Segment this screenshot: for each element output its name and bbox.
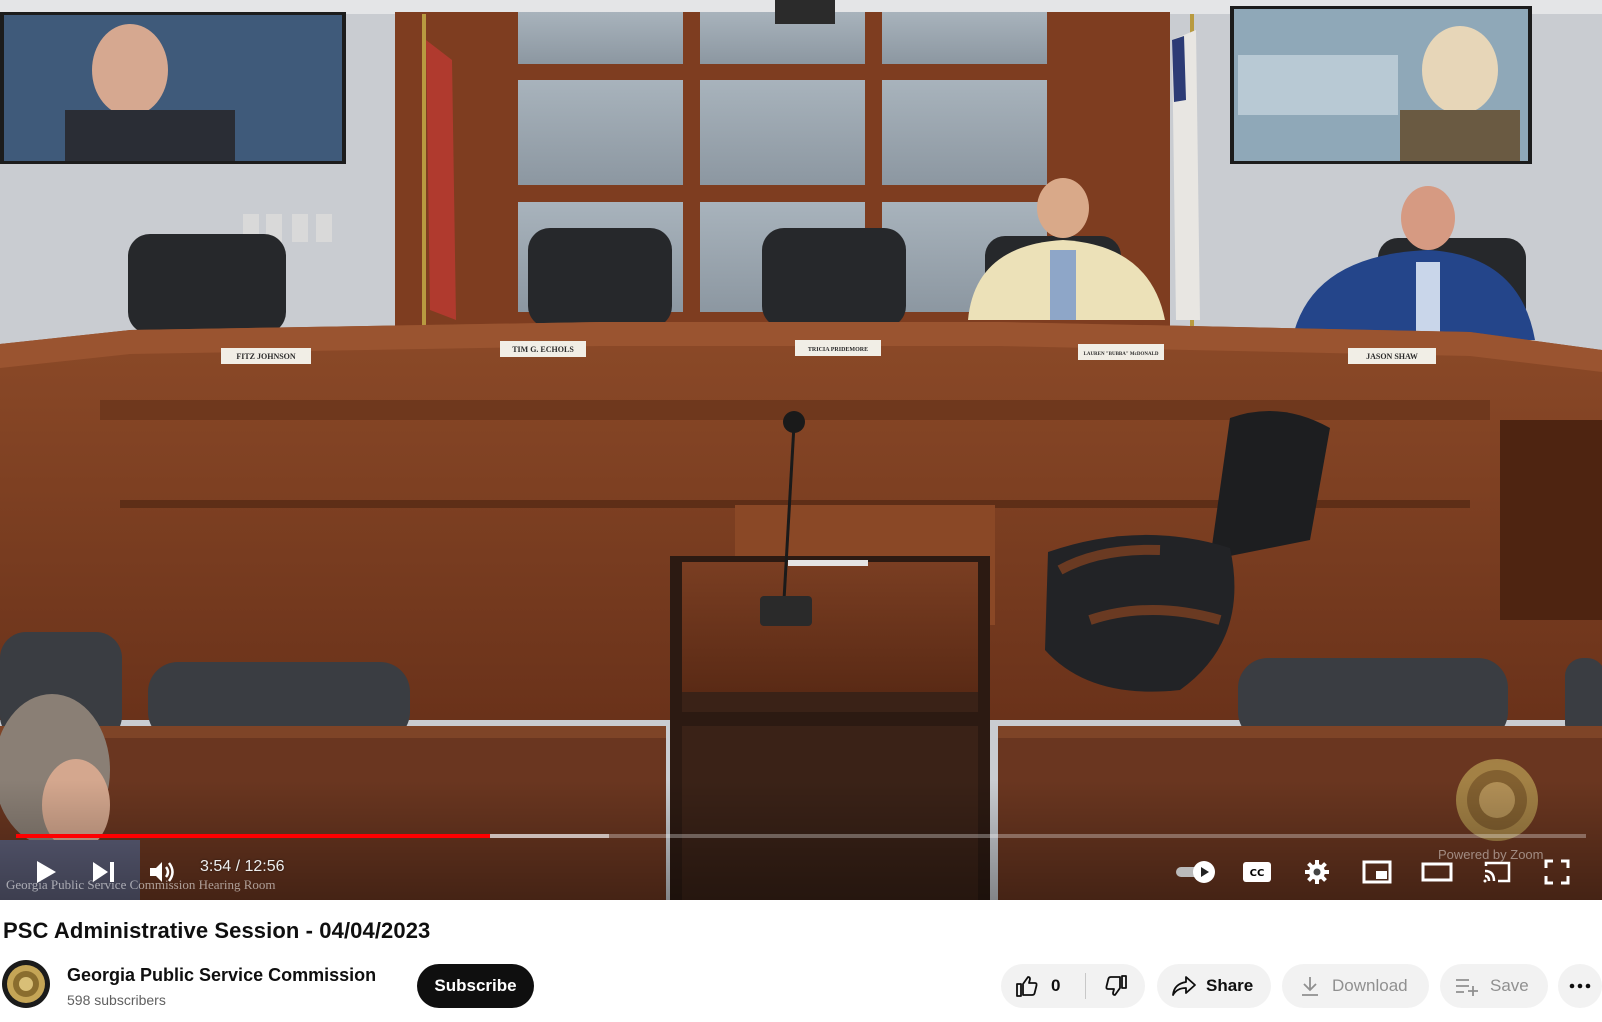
more-horizontal-icon (1569, 983, 1591, 989)
autoplay-toggle[interactable] (1172, 852, 1220, 892)
nameplate-2: TIM G. ECHOLS (512, 345, 574, 354)
volume-icon (150, 862, 174, 882)
time-total: 12:56 (244, 858, 285, 875)
add-to-playlist-icon (1456, 979, 1478, 996)
video-title: PSC Administrative Session - 04/04/2023 (3, 918, 431, 943)
theater-mode-button[interactable] (1417, 852, 1457, 892)
video-player[interactable]: FITZ JOHNSON TIM G. ECHOLS TRICIA PRIDEM… (0, 0, 1602, 900)
nameplate-1: FITZ JOHNSON (236, 352, 296, 361)
gear-icon (1305, 860, 1329, 884)
share-button[interactable]: Share (1157, 964, 1271, 1008)
share-icon (1172, 976, 1196, 996)
progress-bar[interactable] (16, 834, 1586, 838)
tv-screen-left (0, 12, 346, 164)
miniplayer-button[interactable] (1357, 852, 1397, 892)
download-label: Download (1332, 976, 1408, 995)
volume-button[interactable] (142, 852, 182, 892)
thumbs-up-icon (1016, 976, 1038, 997)
play-icon (37, 861, 56, 883)
settings-button[interactable] (1297, 852, 1337, 892)
progress-played (16, 834, 491, 838)
cc-icon: CC (1243, 862, 1271, 882)
next-button[interactable] (84, 852, 124, 892)
theater-mode-icon (1421, 862, 1453, 882)
dislike-button[interactable] (1086, 964, 1145, 1008)
save-button[interactable]: Save (1440, 964, 1548, 1008)
like-count: 0 (1051, 976, 1061, 995)
miniplayer-icon (1362, 860, 1392, 884)
share-label: Share (1206, 976, 1254, 995)
next-icon (93, 862, 114, 882)
channel-avatar[interactable] (2, 960, 50, 1008)
thumbs-down-icon (1105, 975, 1127, 996)
cast-button[interactable] (1477, 852, 1517, 892)
time-separator: / (235, 858, 241, 875)
svg-text:CC: CC (1250, 868, 1265, 879)
more-actions-button[interactable] (1558, 964, 1602, 1008)
nameplate-5: JASON SHAW (1366, 352, 1418, 361)
play-button[interactable] (26, 852, 66, 892)
autoplay-toggle-icon (1176, 861, 1215, 883)
time-display: 3:54 / 12:56 (200, 858, 285, 876)
fullscreen-icon (1544, 859, 1570, 885)
channel-name[interactable]: Georgia Public Service Commission (67, 965, 376, 986)
nameplate-3: TRICIA PRIDEMORE (808, 347, 868, 353)
subscriber-count: 598 subscribers (67, 992, 166, 1008)
like-dislike-group: 0 (1001, 964, 1145, 1008)
download-button[interactable]: Download (1282, 964, 1429, 1008)
nameplate-4: LAUREN "BUBBA" McDONALD (1084, 352, 1159, 357)
subscribe-button[interactable]: Subscribe (417, 964, 534, 1008)
video-frame: FITZ JOHNSON TIM G. ECHOLS TRICIA PRIDEM… (0, 0, 1602, 900)
tv-screen-right (1230, 6, 1532, 164)
cast-icon (1483, 861, 1511, 883)
channel-seal-icon (3, 961, 49, 1007)
save-label: Save (1490, 976, 1529, 995)
time-current: 3:54 (200, 858, 232, 875)
fullscreen-button[interactable] (1537, 852, 1577, 892)
captions-button[interactable]: CC (1237, 852, 1277, 892)
like-button[interactable]: 0 (1001, 964, 1085, 1008)
download-icon (1302, 977, 1318, 996)
